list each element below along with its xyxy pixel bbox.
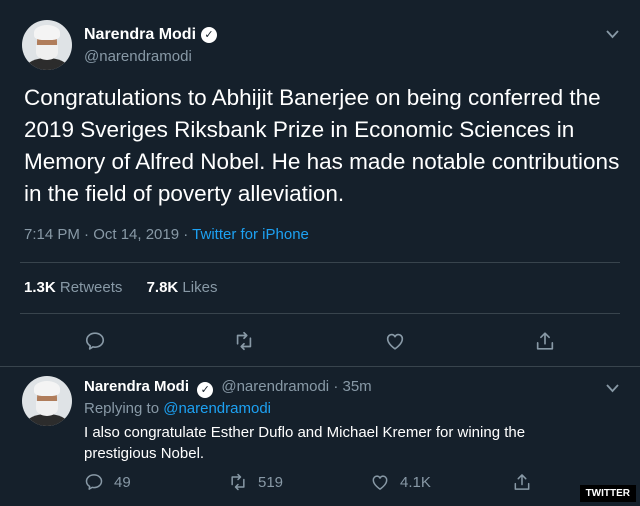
avatar[interactable] xyxy=(22,376,72,426)
author-handle[interactable]: @narendramodi xyxy=(84,48,192,65)
reply-button[interactable]: 49 xyxy=(84,472,131,492)
verified-icon: ✓ xyxy=(201,27,217,43)
retweet-button[interactable] xyxy=(233,330,255,352)
retweets-stat[interactable]: 1.3K Retweets xyxy=(24,279,122,296)
divider xyxy=(20,262,620,263)
like-icon xyxy=(386,333,404,350)
likes-count: 7.8K xyxy=(146,279,179,296)
avatar[interactable] xyxy=(22,20,72,70)
share-button[interactable] xyxy=(512,472,532,492)
retweet-icon xyxy=(236,331,252,351)
retweets-count: 1.3K xyxy=(24,279,56,296)
share-icon xyxy=(536,332,554,350)
reply-header: Narendra Modi ✓ @narendramodi · 35m xyxy=(84,378,372,398)
reply-button[interactable] xyxy=(84,330,106,352)
like-button[interactable]: 4.1K xyxy=(370,472,431,492)
author-handle[interactable]: @narendramodi xyxy=(221,378,329,395)
replying-to-label: Replying to xyxy=(84,400,160,417)
tweet-text: Congratulations to Abhijit Banerjee on b… xyxy=(24,85,620,206)
likes-label: Likes xyxy=(182,279,218,296)
chevron-down-icon[interactable] xyxy=(606,28,619,42)
author-name[interactable]: Narendra Modi xyxy=(84,378,189,395)
chevron-down-icon[interactable] xyxy=(606,382,619,396)
reply-icon xyxy=(85,332,105,350)
reply-text: I also congratulate Esther Duflo and Mic… xyxy=(84,424,526,462)
author-name[interactable]: Narendra Modi xyxy=(84,26,196,44)
replying-to: Replying to @narendramodi xyxy=(84,400,271,417)
like-icon xyxy=(372,475,388,490)
source-link[interactable]: Twitter for iPhone xyxy=(192,226,309,243)
verified-icon: ✓ xyxy=(197,382,214,398)
replying-to-handle[interactable]: @narendramodi xyxy=(163,400,271,417)
like-button[interactable] xyxy=(384,330,406,352)
time-ago[interactable]: · 35m xyxy=(333,378,371,395)
reply-count: 49 xyxy=(114,473,131,491)
likes-stat[interactable]: 7.8K Likes xyxy=(147,279,218,296)
retweets-label: Retweets xyxy=(59,279,123,296)
watermark: TWITTER xyxy=(579,485,636,502)
share-icon xyxy=(514,474,530,490)
retweet-count: 519 xyxy=(258,473,284,491)
retweet-icon xyxy=(231,473,245,491)
tweet-meta: 7:14 PM · Oct 14, 2019 · Twitter for iPh… xyxy=(24,226,309,243)
retweet-button[interactable]: 519 xyxy=(228,472,283,492)
main-tweet: Narendra Modi ✓ @narendramodi Congratula… xyxy=(0,0,640,367)
reply-icon xyxy=(85,474,103,490)
like-count: 4.1K xyxy=(400,473,431,491)
divider xyxy=(20,313,620,314)
timestamp[interactable]: 7:14 PM · Oct 14, 2019 · xyxy=(24,226,192,243)
share-button[interactable] xyxy=(534,330,556,352)
engagement-stats: 1.3K Retweets 7.8K Likes xyxy=(24,279,217,296)
